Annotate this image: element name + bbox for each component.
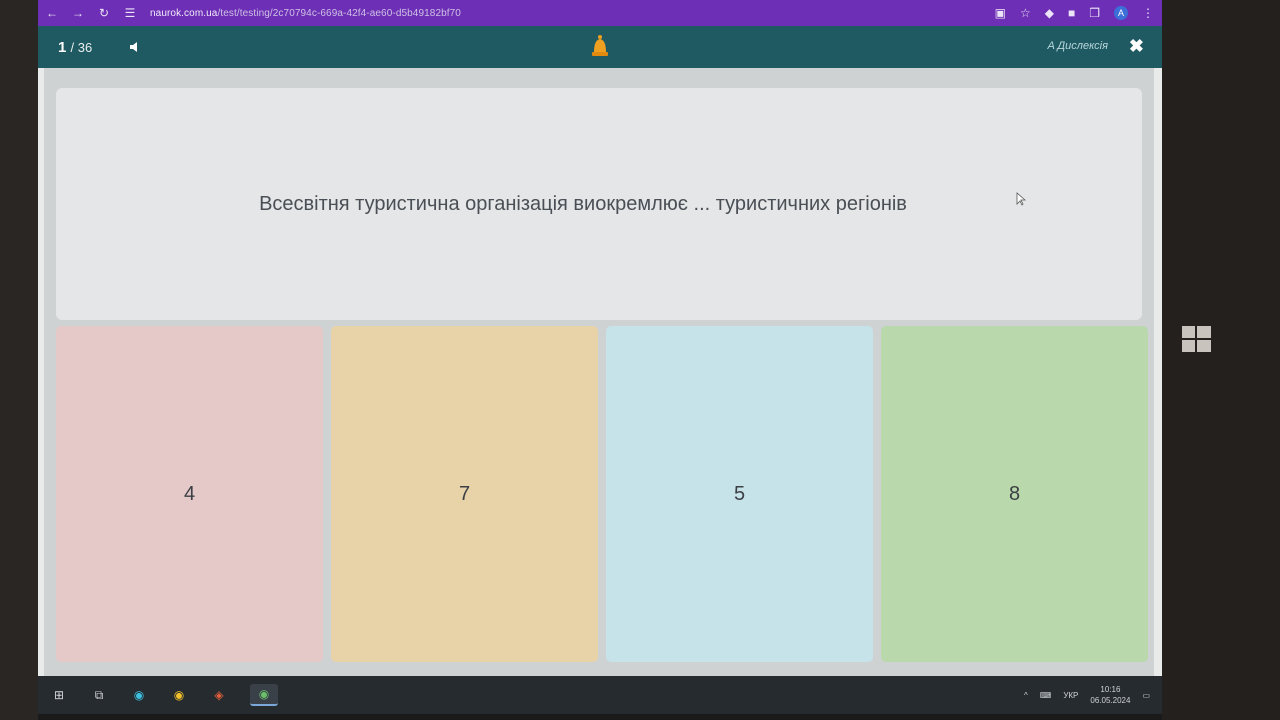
edge-browser-icon[interactable]: ◉ [130, 686, 148, 704]
bookmark-star-icon[interactable]: ☆ [1020, 6, 1031, 20]
language-indicator[interactable]: УКР [1063, 691, 1078, 700]
answer-option-2[interactable]: 7 [331, 326, 598, 662]
clock-date: 06.05.2024 [1090, 696, 1131, 705]
extension-icon[interactable]: ◆ [1045, 6, 1054, 20]
tray-chevron-icon[interactable]: ^ [1024, 691, 1028, 700]
back-arrow-icon[interactable]: ← [46, 6, 58, 20]
chrome-icon[interactable]: ◉ [170, 686, 188, 704]
windows-start-icon[interactable]: ⊞ [50, 686, 68, 704]
url-host: naurok.com.ua [150, 7, 218, 19]
app-icon[interactable]: ◈ [210, 686, 228, 704]
mouse-cursor-icon [1016, 192, 1026, 206]
clock[interactable]: 10:16 06.05.2024 [1090, 684, 1130, 706]
dyslexia-toggle[interactable]: A Дислексія [1047, 40, 1108, 52]
chrome-active-window-icon[interactable]: ◉ [250, 684, 278, 706]
extensions-puzzle-icon[interactable]: ❒ [1089, 6, 1100, 20]
answer-label: 5 [733, 482, 746, 505]
extension-icon-2[interactable]: ■ [1068, 6, 1075, 20]
menu-kebab-icon[interactable]: ⋮ [1142, 6, 1154, 20]
speaker-icon[interactable] [128, 40, 142, 54]
question-card: Всесвітня туристична організація виокрем… [56, 88, 1142, 320]
quiz-content: Всесвітня туристична організація виокрем… [44, 68, 1154, 676]
keyboard-icon[interactable]: ⌨ [1040, 691, 1052, 700]
current-question: 1 [58, 38, 67, 56]
url-path: /test/testing/2c70794c-669a-42f4-ae60-d5… [217, 7, 461, 19]
windows-taskbar: ⊞ ⧉ ◉ ◉ ◈ ◉ ^ ⌨ УКР 10:16 06.05.2024 ▭ [38, 676, 1162, 714]
question-text: Всесвітня туристична організація виокрем… [259, 192, 907, 215]
answer-label: 8 [1008, 482, 1021, 505]
close-icon[interactable]: ✖ [1129, 36, 1144, 57]
profile-avatar[interactable]: A [1114, 6, 1128, 20]
monitor-bezel-right [1162, 0, 1280, 720]
answer-options: 4 7 5 8 [56, 326, 1148, 662]
question-counter: 1 / 36 [58, 39, 92, 56]
forward-arrow-icon[interactable]: → [72, 6, 84, 20]
browser-toolbar: ← → ↻ ☰ naurok.com.ua/test/testing/2c707… [38, 0, 1162, 26]
address-bar[interactable]: naurok.com.ua/test/testing/2c70794c-669a… [150, 8, 461, 19]
answer-label: 4 [183, 482, 196, 505]
task-view-icon[interactable]: ⧉ [90, 686, 108, 704]
browser-actions: ▣ ☆ ◆ ■ ❒ A ⋮ [995, 6, 1154, 20]
screen: ← → ↻ ☰ naurok.com.ua/test/testing/2c707… [38, 0, 1162, 714]
site-settings-icon[interactable]: ☰ [124, 6, 136, 20]
answer-option-4[interactable]: 8 [881, 326, 1148, 662]
total-questions: / 36 [70, 39, 93, 55]
monitor-bezel-left [0, 0, 38, 720]
test-header: 1 / 36 A Дислексія ✖ [38, 26, 1162, 68]
windows-logo-icon [1182, 326, 1211, 352]
answer-label: 7 [458, 482, 471, 505]
clock-time: 10:16 [1100, 685, 1121, 694]
reload-icon[interactable]: ↻ [98, 6, 110, 20]
answer-option-1[interactable]: 4 [56, 326, 323, 662]
system-tray: ^ ⌨ УКР 10:16 06.05.2024 ▭ [1024, 684, 1150, 706]
screenshot-icon[interactable]: ▣ [995, 6, 1006, 20]
bell-icon[interactable] [590, 34, 610, 60]
notifications-icon[interactable]: ▭ [1142, 691, 1150, 700]
answer-option-3[interactable]: 5 [606, 326, 873, 662]
